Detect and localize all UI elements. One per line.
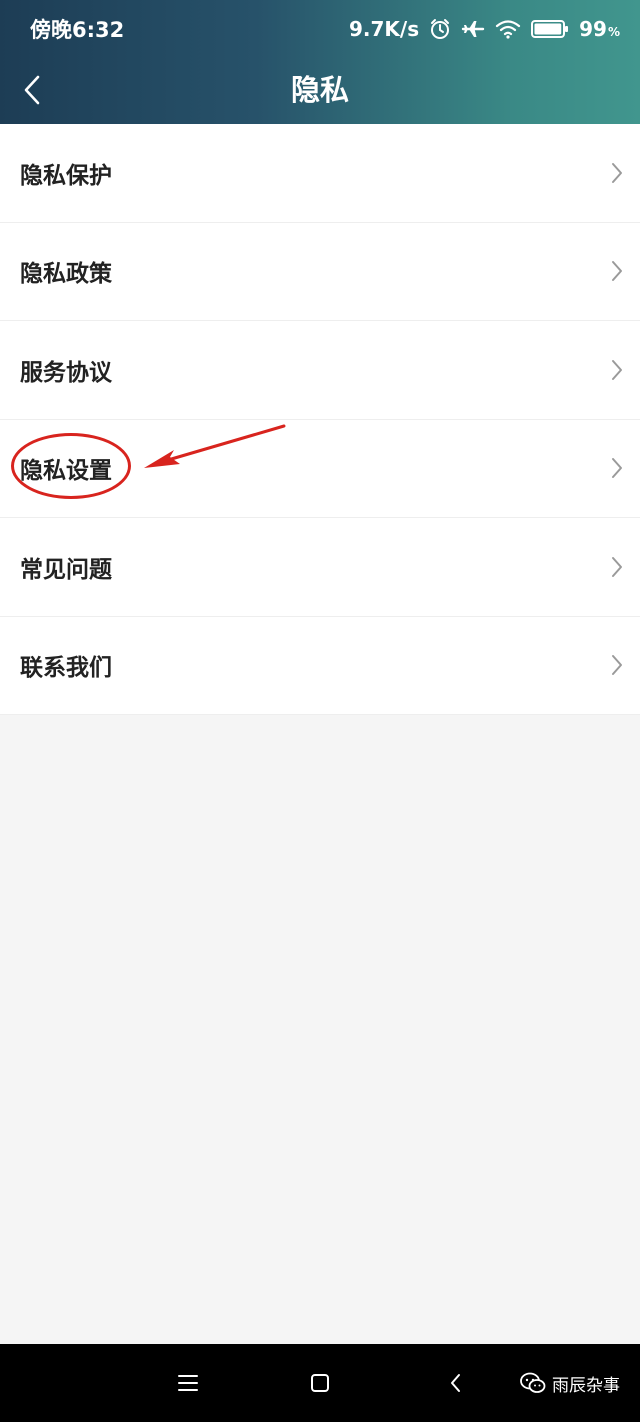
chevron-right-icon [612,162,622,183]
network-speed: 9.7K/s [348,17,420,41]
battery-fill [534,23,562,35]
wifi-icon [495,18,521,40]
battery-percent: 99% [579,17,620,41]
system-nav-bar: 雨辰杂事 [0,1344,640,1422]
battery-percent-unit: % [607,25,620,39]
status-bar: 傍晚6:32 9.7K/s 99% [0,0,640,58]
menu-item-label: 服务协议 [20,359,112,386]
menu-icon [178,1375,198,1391]
battery-icon [531,19,569,39]
menu-item-service-agreement[interactable]: 服务协议 [0,321,640,420]
menu-item-label: 常见问题 [20,556,112,583]
watermark: 雨辰杂事 [520,1370,620,1396]
battery-percent-value: 99 [579,17,607,41]
menu-item-label: 隐私政策 [20,261,112,288]
menu-item-privacy-policy[interactable]: 隐私政策 [0,223,640,321]
chevron-right-icon [612,655,622,676]
home-icon [311,1374,329,1392]
chevron-left-icon [24,75,40,105]
page-title: 隐私 [290,73,349,107]
menu-item-contact-us[interactable]: 联系我们 [0,617,640,715]
back-button[interactable] [12,70,52,110]
menu-item-privacy-settings[interactable]: 隐私设置 [0,420,640,518]
nav-menu-button[interactable] [173,1368,203,1398]
back-icon [451,1374,460,1392]
airplane-mode-icon [461,18,485,40]
chevron-right-icon [612,261,622,282]
watermark-text: 雨辰杂事 [552,1375,620,1396]
nav-back-button[interactable] [440,1368,470,1398]
header-bar: 傍晚6:32 9.7K/s 99% 隐私 [0,0,640,124]
menu-item-label: 隐私设置 [20,458,112,485]
status-icons: 9.7K/s 99% [349,14,620,44]
status-time: 傍晚6:32 [30,18,125,42]
menu-item-faq[interactable]: 常见问题 [0,518,640,617]
menu-item-label: 隐私保护 [20,162,112,189]
alarm-icon [429,18,451,40]
chevron-right-icon [612,458,622,479]
menu-item-label: 联系我们 [20,655,112,682]
wechat-icon [520,1372,546,1393]
chevron-right-icon [612,359,622,380]
chevron-right-icon [612,556,622,577]
nav-home-button[interactable] [305,1368,335,1398]
menu-list: 隐私保护 隐私政策 服务协议 隐私设置 常见问题 联系我们 [0,124,640,715]
menu-item-privacy-protection[interactable]: 隐私保护 [0,124,640,223]
